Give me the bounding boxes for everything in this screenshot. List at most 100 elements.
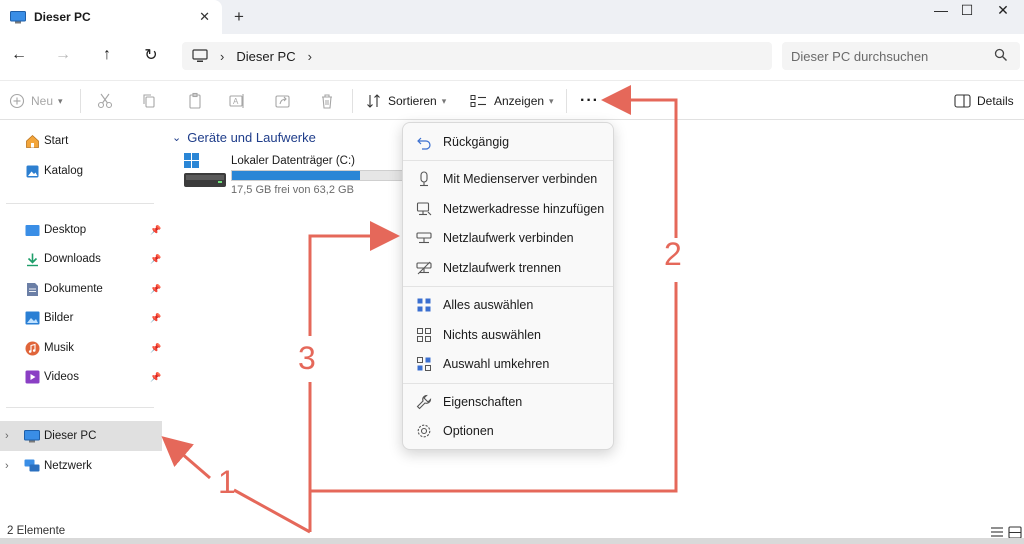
menu-item-label: Optionen <box>443 424 494 438</box>
annotation-number-1: 1 <box>218 464 236 500</box>
select-all-icon <box>415 296 433 314</box>
search-input[interactable]: Dieser PC durchsuchen <box>782 42 1020 70</box>
sidebar-item-label: Katalog <box>44 165 84 177</box>
annotation-number-3: 3 <box>298 340 316 376</box>
sidebar-item-netzwerk[interactable]: › Netzwerk <box>0 451 162 481</box>
select-none-icon <box>415 326 433 344</box>
menu-item-label: Mit Medienserver verbinden <box>443 172 598 186</box>
sidebar-item-start[interactable]: Start <box>0 126 162 156</box>
menu-item-label: Rückgängig <box>443 135 510 149</box>
pin-icon: 📌 <box>150 342 162 353</box>
chevron-right-icon[interactable]: › <box>5 430 9 442</box>
sidebar-item-musik[interactable]: Musik 📌 <box>0 333 162 363</box>
back-button[interactable]: ← <box>6 43 32 67</box>
sidebar-item-bilder[interactable]: Bilder 📌 <box>0 303 162 333</box>
computer-icon <box>10 10 26 23</box>
address-row: ← → ↑ ↻ › Dieser PC › Dieser PC durchsuc… <box>0 34 1024 76</box>
chevron-right-icon[interactable]: › <box>5 460 9 472</box>
divider <box>352 89 353 113</box>
sidebar-item-videos[interactable]: Videos 📌 <box>0 362 162 392</box>
menu-item-disconnect-drive[interactable]: Netzlaufwerk trennen <box>407 254 611 282</box>
item-count: 2 Elemente <box>7 525 66 537</box>
sidebar-item-dieser-pc[interactable]: › Dieser PC <box>0 421 162 451</box>
annotation-arrow-1 <box>166 440 311 534</box>
menu-item-invert-selection[interactable]: Auswahl umkehren <box>407 350 611 378</box>
breadcrumb-dieser-pc[interactable]: Dieser PC <box>236 49 295 64</box>
video-icon <box>24 369 40 385</box>
delete-button[interactable] <box>318 90 336 112</box>
menu-item-map-drive[interactable]: Netzlaufwerk verbinden <box>407 224 611 252</box>
drive-name[interactable]: Lokaler Datenträger (C:) <box>231 155 355 167</box>
computer-icon <box>24 428 40 444</box>
paste-button[interactable] <box>186 90 204 112</box>
sort-button[interactable]: Sortieren ▾ <box>366 90 446 112</box>
menu-item-select-none[interactable]: Nichts auswählen <box>407 321 611 349</box>
menu-item-undo[interactable]: Rückgängig <box>407 128 611 156</box>
details-button[interactable]: Details <box>954 90 1014 112</box>
divider <box>566 89 567 113</box>
scissors-icon <box>97 93 113 109</box>
search-placeholder: Dieser PC durchsuchen <box>791 48 929 64</box>
menu-item-add-network-location[interactable]: Netzwerkadresse hinzufügen <box>407 195 611 223</box>
pin-icon: 📌 <box>150 253 162 264</box>
details-label: Details <box>977 94 1014 108</box>
up-button[interactable]: ↑ <box>94 43 120 67</box>
computer-outline-icon <box>192 49 208 62</box>
sidebar-item-downloads[interactable]: Downloads 📌 <box>0 244 162 274</box>
network-icon <box>24 458 40 474</box>
svg-text:A: A <box>233 97 239 106</box>
forward-button[interactable]: → <box>50 43 76 67</box>
new-tab-button[interactable]: + <box>234 7 244 27</box>
menu-item-label: Netzlaufwerk verbinden <box>443 231 574 245</box>
menu-item-properties[interactable]: Eigenschaften <box>407 388 611 416</box>
view-label: Anzeigen <box>494 94 545 108</box>
new-button[interactable]: Neu ▾ <box>9 90 63 112</box>
gear-icon <box>415 422 433 440</box>
more-options-menu: Rückgängig Mit Medienserver verbinden Ne… <box>402 122 614 450</box>
document-icon <box>24 281 40 297</box>
sidebar-item-dokumente[interactable]: Dokumente 📌 <box>0 274 162 304</box>
divider <box>6 407 154 408</box>
chevron-down-icon: ⌄ <box>172 132 182 144</box>
tab-title: Dieser PC <box>34 10 91 24</box>
cut-button[interactable] <box>96 90 114 112</box>
breadcrumb-chevron[interactable]: › <box>308 49 312 64</box>
network-drive-icon <box>415 229 433 247</box>
wrench-icon <box>415 393 433 411</box>
command-bar: Neu ▾ A Sortieren ▾ Anzeigen ▾ ··· Detai… <box>0 80 1024 120</box>
tab-dieser-pc[interactable]: Dieser PC ✕ <box>0 0 222 34</box>
annotation-arrow-2 <box>601 85 678 238</box>
menu-item-select-all[interactable]: Alles auswählen <box>407 291 611 319</box>
close-window-button[interactable]: ✕ <box>980 0 1024 20</box>
more-options-button[interactable]: ··· <box>580 90 599 112</box>
view-button[interactable]: Anzeigen ▾ <box>470 90 554 112</box>
sidebar-item-label: Bilder <box>44 312 74 324</box>
new-label: Neu <box>31 94 54 108</box>
annotation-number-2: 2 <box>664 236 682 272</box>
rename-button[interactable]: A <box>228 90 246 112</box>
group-title: Geräte und Laufwerke <box>187 130 316 145</box>
menu-item-label: Auswahl umkehren <box>443 357 550 371</box>
pictures-icon <box>24 310 40 326</box>
menu-item-label: Netzwerkadresse hinzufügen <box>443 202 605 216</box>
rename-icon: A <box>229 94 244 108</box>
menu-item-media-server[interactable]: Mit Medienserver verbinden <box>407 165 611 193</box>
divider <box>403 383 613 384</box>
refresh-button[interactable]: ↻ <box>138 43 164 67</box>
media-server-icon <box>415 170 433 188</box>
sidebar-item-katalog[interactable]: Katalog <box>0 156 162 186</box>
address-bar[interactable]: › Dieser PC › <box>182 42 772 70</box>
breadcrumb-separator: › <box>220 48 225 64</box>
chevron-down-icon: ▾ <box>58 95 63 106</box>
group-header-drives[interactable]: ⌄ Geräte und Laufwerke <box>172 130 316 145</box>
copy-button[interactable] <box>140 90 158 112</box>
tab-close-icon[interactable]: ✕ <box>199 9 210 25</box>
drive-icon[interactable] <box>184 153 226 189</box>
share-icon <box>275 95 290 108</box>
sidebar-item-desktop[interactable]: Desktop 📌 <box>0 215 162 245</box>
sidebar-item-label: Dieser PC <box>44 430 97 442</box>
menu-item-label: Netzlaufwerk trennen <box>443 261 562 275</box>
share-button[interactable] <box>274 90 292 112</box>
menu-item-options[interactable]: Optionen <box>407 417 611 445</box>
menu-item-label: Alles auswählen <box>443 298 534 312</box>
